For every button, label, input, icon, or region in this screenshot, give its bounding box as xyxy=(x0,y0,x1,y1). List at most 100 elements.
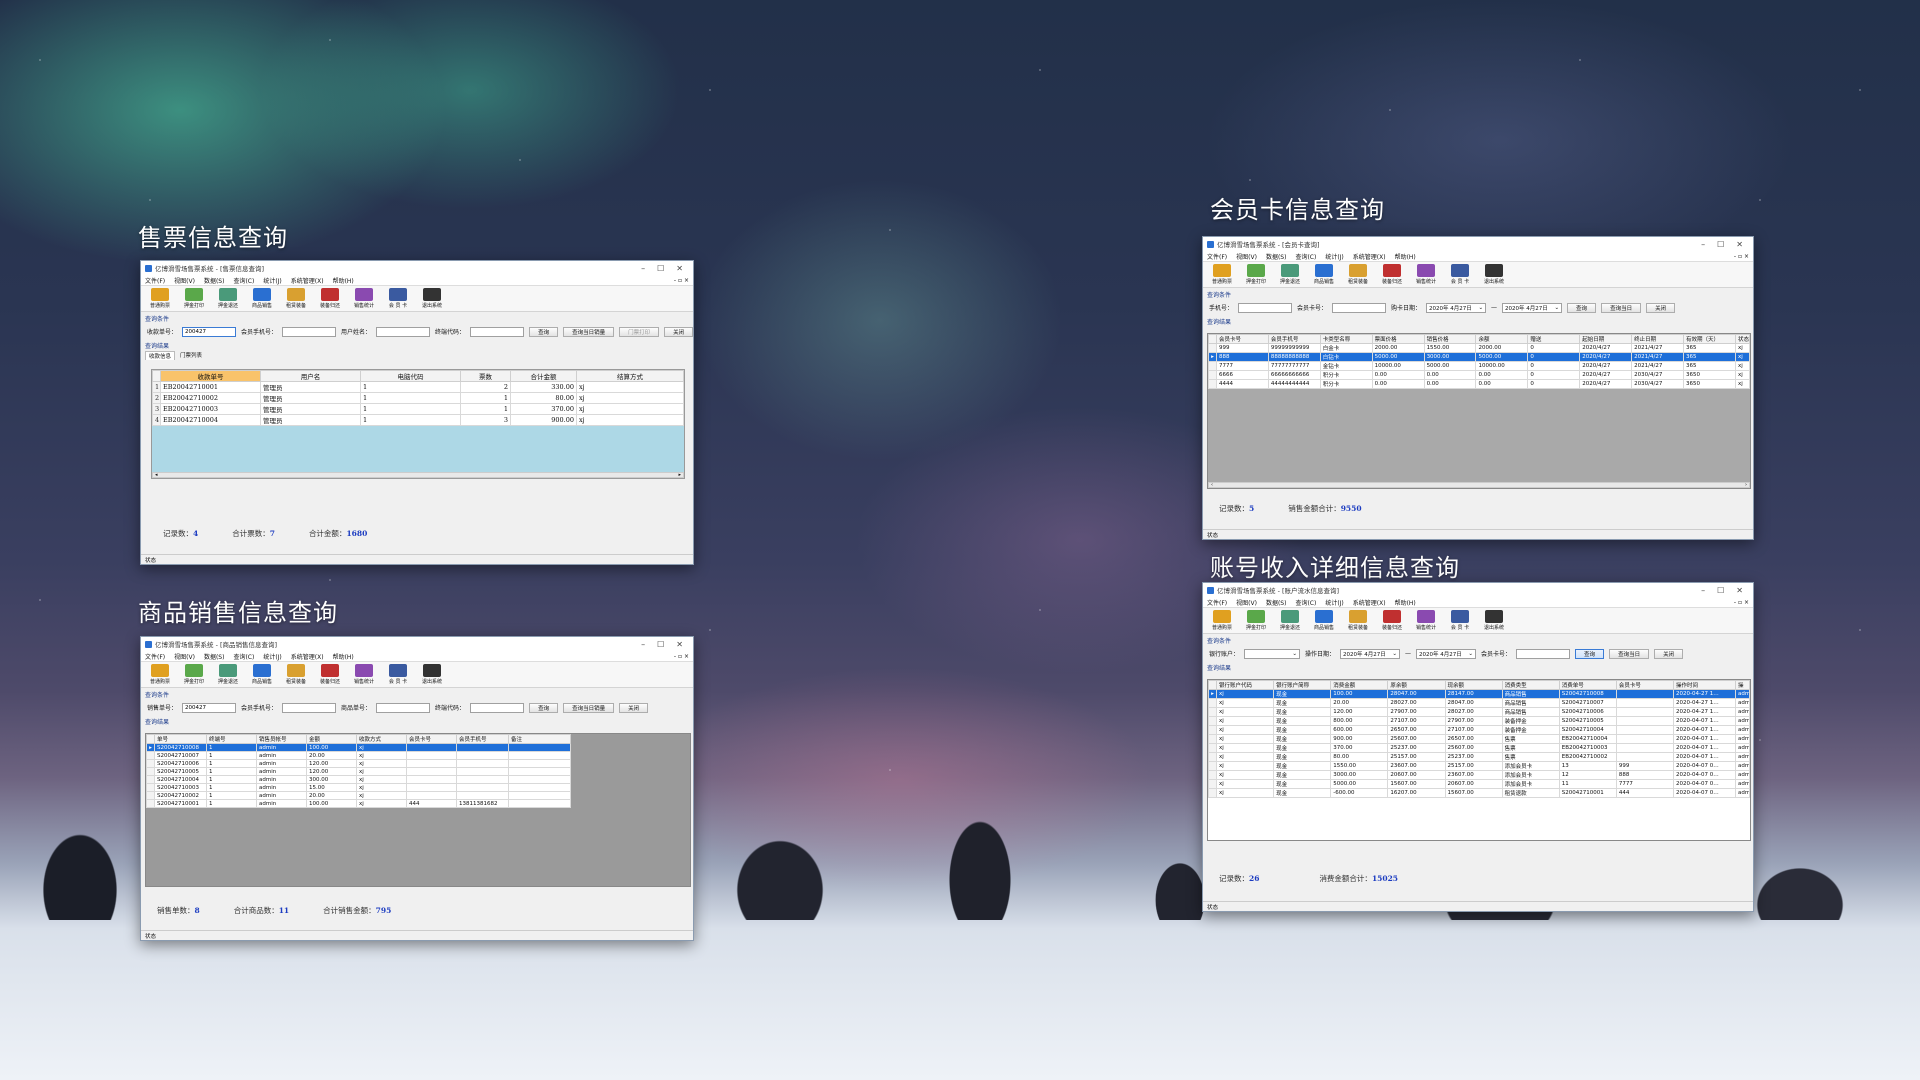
column-header[interactable]: 银行账户代码 xyxy=(1215,680,1275,690)
query-today-button[interactable]: 查询当日 xyxy=(1601,302,1642,313)
sale-number-input[interactable] xyxy=(182,702,237,713)
toolbar-button[interactable]: 普通购票 xyxy=(1207,610,1237,631)
toolbar-button[interactable]: 押金打印 xyxy=(179,288,209,309)
menu-item[interactable]: 数据(S) xyxy=(204,652,225,661)
toolbar-button[interactable]: 装备归还 xyxy=(315,288,345,309)
menu-item[interactable]: 统计(J) xyxy=(1325,598,1343,607)
table-row[interactable]: S20042710007 1 admin 20.00 xj xyxy=(146,751,571,760)
toolbar-button[interactable]: 退出系统 xyxy=(1479,610,1509,631)
maximize-button[interactable]: ☐ xyxy=(1717,586,1724,595)
minimize-button[interactable]: – xyxy=(1701,240,1705,249)
table-row[interactable]: xj 现金 370.00 25237.00 25607.00 售票 EB2004271000… xyxy=(1208,743,1750,753)
card-number-input[interactable] xyxy=(1516,648,1571,659)
column-header[interactable]: 电脑代码 xyxy=(360,370,461,382)
date-from-picker[interactable]: 2020年 4月27日 ⌄ xyxy=(1426,302,1487,313)
toolbar-button[interactable]: 押金打印 xyxy=(179,664,209,685)
menu-item[interactable]: 文件(F) xyxy=(145,276,165,285)
toolbar-button[interactable]: 销售统计 xyxy=(349,288,379,309)
menu-item[interactable]: 帮助(H) xyxy=(333,652,354,661)
toolbar-button[interactable]: 销售统计 xyxy=(1411,264,1441,285)
column-header[interactable]: 操作时间 xyxy=(1673,680,1736,690)
column-header[interactable]: 消费金额 xyxy=(1330,680,1389,690)
toolbar-button[interactable]: 商品销售 xyxy=(247,288,277,309)
toolbar-button[interactable]: 普通购票 xyxy=(1207,264,1237,285)
column-header[interactable]: 收款单号 xyxy=(160,370,261,382)
column-header[interactable]: 备注 xyxy=(508,734,571,744)
close-window-button[interactable]: ✕ xyxy=(1736,586,1743,595)
menu-item[interactable]: 帮助(H) xyxy=(1395,598,1416,607)
query-today-button[interactable]: 查询当日 xyxy=(1609,648,1650,659)
toolbar-button[interactable]: 商品销售 xyxy=(1309,610,1339,631)
close-button[interactable]: 关闭 xyxy=(664,326,693,337)
table-row[interactable]: 7777 77777777777 金钻卡 10000.00 5000.00 10000.0… xyxy=(1208,361,1750,371)
table-row[interactable]: S20042710006 1 admin 120.00 xj xyxy=(146,759,571,768)
phone-input[interactable] xyxy=(282,702,337,713)
toolbar-button[interactable]: 装备归还 xyxy=(315,664,345,685)
column-header[interactable]: 合计金额 xyxy=(510,370,577,382)
mdi-controls[interactable]: - ▫ × xyxy=(1734,253,1749,260)
menu-item[interactable]: 统计(J) xyxy=(1325,252,1343,261)
menu-item[interactable]: 视图(V) xyxy=(174,652,195,661)
toolbar-button[interactable]: 会 员 卡 xyxy=(383,664,413,685)
maximize-button[interactable]: ☐ xyxy=(657,264,664,273)
mdi-controls[interactable]: - ▫ × xyxy=(1734,599,1749,606)
menu-item[interactable]: 系统管理(X) xyxy=(1353,598,1386,607)
table-row[interactable]: 4444 44444444444 积分卡 0.00 0.00 0.00 0 2020/4/27… xyxy=(1208,379,1750,389)
menu-item[interactable]: 查询(C) xyxy=(1295,598,1316,607)
column-header[interactable]: 票数 xyxy=(460,370,511,382)
table-row[interactable]: xj 现金 20.00 28027.00 28047.00 商品销售 S2004271000… xyxy=(1208,698,1750,708)
toolbar-button[interactable]: 押金退还 xyxy=(1275,610,1305,631)
toolbar-button[interactable]: 押金退还 xyxy=(213,288,243,309)
menu-item[interactable]: 查询(C) xyxy=(233,652,254,661)
table-row[interactable]: S20042710004 1 admin 300.00 xj xyxy=(146,775,571,784)
menu-item[interactable]: 统计(J) xyxy=(263,276,281,285)
menu-item[interactable]: 视图(V) xyxy=(1236,598,1257,607)
column-header[interactable]: 会员卡号 xyxy=(406,734,457,744)
table-row[interactable]: 6666 66666666666 积分卡 0.00 0.00 0.00 0 2020/4/27… xyxy=(1208,370,1750,380)
close-window-button[interactable]: ✕ xyxy=(1736,240,1743,249)
table-row[interactable]: xj 现金 120.00 27907.00 28027.00 商品销售 S200427100… xyxy=(1208,707,1750,717)
menu-item[interactable]: 系统管理(X) xyxy=(291,276,324,285)
query-button[interactable]: 查询 xyxy=(1567,302,1597,313)
toolbar-button[interactable]: 押金退还 xyxy=(213,664,243,685)
column-header[interactable]: 单号 xyxy=(154,734,207,744)
terminal-code-input[interactable] xyxy=(470,326,525,337)
column-header[interactable]: 收款方式 xyxy=(356,734,407,744)
toolbar-button[interactable]: 租赁装备 xyxy=(281,664,311,685)
toolbar-button[interactable]: 押金打印 xyxy=(1241,264,1271,285)
column-header[interactable]: 终止日期 xyxy=(1631,334,1685,344)
table-row[interactable]: S20042710002 1 admin 20.00 xj xyxy=(146,791,571,800)
table-row[interactable]: xj 现金 800.00 27107.00 27907.00 装备押金 S200427100… xyxy=(1208,716,1750,726)
column-header[interactable]: 赠送 xyxy=(1527,334,1581,344)
table-row[interactable]: xj 现金 600.00 26507.00 27107.00 装备押金 S200427100… xyxy=(1208,725,1750,735)
menu-item[interactable]: 文件(F) xyxy=(1207,252,1227,261)
column-header[interactable]: 有效期（天） xyxy=(1683,334,1736,344)
table-row[interactable]: 2 EB20042710002 管理员 1 1 80.00 xj xyxy=(152,392,684,404)
column-header[interactable]: 销售价格 xyxy=(1423,334,1477,344)
table-row[interactable]: xj 现金 80.00 25157.00 25237.00 售票 EB20042710002… xyxy=(1208,752,1750,762)
date-from-picker[interactable]: 2020年 4月27日 ⌄ xyxy=(1340,648,1401,659)
toolbar-button[interactable]: 会 员 卡 xyxy=(383,288,413,309)
table-row[interactable]: 1 EB20042710001 管理员 1 2 330.00 xj xyxy=(152,381,684,393)
maximize-button[interactable]: ☐ xyxy=(1717,240,1724,249)
toolbar-button[interactable]: 退出系统 xyxy=(417,664,447,685)
menu-item[interactable]: 统计(J) xyxy=(263,652,281,661)
toolbar-button[interactable]: 租赁装备 xyxy=(1343,264,1373,285)
table-row[interactable]: ▸ 888 88888888888 白钻卡 5000.00 3000.00 5000.00 0… xyxy=(1208,352,1750,362)
close-window-button[interactable]: ✕ xyxy=(676,640,683,649)
table-row[interactable]: S20042710003 1 admin 15.00 xj xyxy=(146,783,571,792)
table-row[interactable]: S20042710001 1 admin 100.00 xj 444 13811381682 xyxy=(146,799,571,808)
horizontal-scrollbar[interactable]: ◂ ▸ xyxy=(152,472,684,478)
minimize-button[interactable]: – xyxy=(641,264,645,273)
table-row[interactable]: ▸ xj 现金 100.00 28047.00 28147.00 商品销售 S20042710… xyxy=(1208,689,1750,699)
column-header[interactable]: 卡类型名称 xyxy=(1319,334,1373,344)
minimize-button[interactable]: – xyxy=(1701,586,1705,595)
menu-item[interactable]: 文件(F) xyxy=(145,652,165,661)
horizontal-scrollbar[interactable]: ‹ › xyxy=(1208,482,1750,488)
close-button[interactable]: 关闭 xyxy=(1646,302,1676,313)
query-button[interactable]: 查询 xyxy=(529,326,559,337)
order-number-input[interactable] xyxy=(182,326,237,337)
toolbar-button[interactable]: 商品销售 xyxy=(1309,264,1339,285)
menu-item[interactable]: 视图(V) xyxy=(1236,252,1257,261)
toolbar-button[interactable]: 押金打印 xyxy=(1241,610,1271,631)
